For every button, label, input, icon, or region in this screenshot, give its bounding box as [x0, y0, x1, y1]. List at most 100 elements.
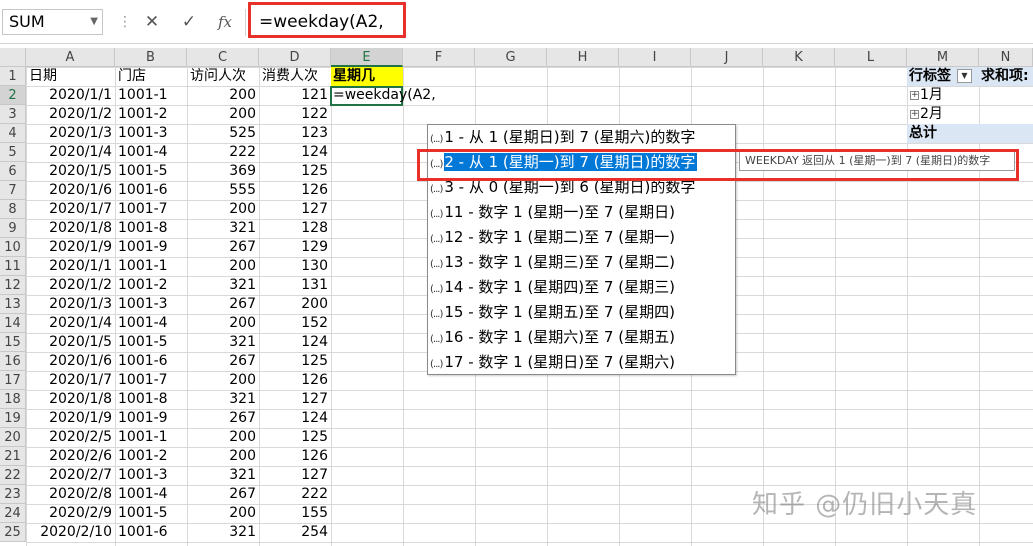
cell-consumption[interactable]: 152 — [260, 314, 331, 333]
row-header[interactable]: 13 — [0, 295, 26, 314]
row-header[interactable]: 9 — [0, 219, 26, 238]
cell-store[interactable]: 1001-3 — [116, 124, 187, 143]
cell-store[interactable]: 1001-1 — [116, 86, 187, 105]
autocomplete-option[interactable]: (...) 16 - 数字 1 (星期六)至 7 (星期五) — [430, 325, 675, 350]
insert-function-icon[interactable]: fx — [214, 10, 236, 34]
cell-store[interactable]: 1001-1 — [116, 428, 187, 447]
row-header[interactable]: 12 — [0, 276, 26, 295]
header-store[interactable]: 门店 — [116, 67, 187, 86]
cell-visits[interactable]: 321 — [188, 523, 259, 542]
cell-date[interactable]: 2020/2/8 — [27, 485, 115, 504]
cell-visits[interactable]: 267 — [188, 238, 259, 257]
column-header-i[interactable]: I — [619, 48, 691, 67]
autocomplete-option[interactable]: (...) 11 - 数字 1 (星期一)至 7 (星期日) — [430, 200, 675, 225]
column-header-e[interactable]: E — [331, 48, 403, 67]
cell-consumption[interactable]: 126 — [260, 447, 331, 466]
cell-visits[interactable]: 200 — [188, 257, 259, 276]
cell-consumption[interactable]: 127 — [260, 466, 331, 485]
column-header-j[interactable]: J — [691, 48, 763, 67]
cell-visits[interactable]: 200 — [188, 314, 259, 333]
cell-store[interactable]: 1001-7 — [116, 371, 187, 390]
cell-date[interactable]: 2020/1/8 — [27, 219, 115, 238]
cell-consumption[interactable]: 125 — [260, 428, 331, 447]
cell-store[interactable]: 1001-4 — [116, 485, 187, 504]
cell-store[interactable]: 1001-7 — [116, 200, 187, 219]
cell-consumption[interactable]: 124 — [260, 143, 331, 162]
cell-date[interactable]: 2020/1/8 — [27, 390, 115, 409]
cell-date[interactable]: 2020/1/5 — [27, 162, 115, 181]
row-header[interactable]: 3 — [0, 105, 26, 124]
cell-store[interactable]: 1001-8 — [116, 219, 187, 238]
cell-store[interactable]: 1001-8 — [116, 390, 187, 409]
cell-consumption[interactable]: 122 — [260, 105, 331, 124]
cell-date[interactable]: 2020/1/5 — [27, 333, 115, 352]
cell-date[interactable]: 2020/1/7 — [27, 200, 115, 219]
column-header-d[interactable]: D — [259, 48, 331, 67]
expand-plus-icon[interactable]: + — [910, 90, 919, 100]
cell-consumption[interactable]: 124 — [260, 333, 331, 352]
cell-store[interactable]: 1001-9 — [116, 409, 187, 428]
select-all-corner[interactable] — [0, 48, 26, 67]
row-header[interactable]: 17 — [0, 371, 26, 390]
cell-store[interactable]: 1001-1 — [116, 257, 187, 276]
cell-date[interactable]: 2020/2/10 — [27, 523, 115, 542]
row-header[interactable]: 6 — [0, 162, 26, 181]
row-header[interactable]: 7 — [0, 181, 26, 200]
cell-visits[interactable]: 222 — [188, 143, 259, 162]
cell-visits[interactable]: 525 — [188, 124, 259, 143]
autocomplete-option[interactable]: (...) 15 - 数字 1 (星期五)至 7 (星期四) — [430, 300, 675, 325]
cell-consumption[interactable]: 125 — [260, 162, 331, 181]
cell-visits[interactable]: 200 — [188, 447, 259, 466]
autocomplete-option[interactable]: (...) 17 - 数字 1 (星期日)至 7 (星期六) — [430, 350, 675, 375]
header-visits[interactable]: 访问人次 — [188, 67, 259, 86]
pivot-item-jan[interactable]: +1月 — [908, 86, 978, 105]
row-header[interactable]: 23 — [0, 485, 26, 504]
cell-consumption[interactable]: 121 — [260, 86, 331, 105]
cell-consumption[interactable]: 222 — [260, 485, 331, 504]
cell-date[interactable]: 2020/2/7 — [27, 466, 115, 485]
column-header-a[interactable]: A — [26, 48, 115, 67]
cell-store[interactable]: 1001-6 — [116, 352, 187, 371]
cell-visits[interactable]: 369 — [188, 162, 259, 181]
column-header-h[interactable]: H — [547, 48, 619, 67]
cell-store[interactable]: 1001-6 — [116, 523, 187, 542]
column-header-m[interactable]: M — [907, 48, 979, 67]
cell-consumption[interactable]: 131 — [260, 276, 331, 295]
cell-store[interactable]: 1001-2 — [116, 105, 187, 124]
autocomplete-option[interactable]: (...) 1 - 从 1 (星期日)到 7 (星期六)的数字 — [430, 125, 695, 150]
row-header[interactable]: 4 — [0, 124, 26, 143]
row-header[interactable]: 2 — [0, 86, 26, 105]
cell-visits[interactable]: 200 — [188, 105, 259, 124]
cell-store[interactable]: 1001-6 — [116, 181, 187, 200]
drag-handle-icon[interactable]: ⋮ — [118, 14, 132, 30]
active-cell-text[interactable]: =weekday(A2, — [331, 86, 451, 105]
autocomplete-option[interactable]: (...) 13 - 数字 1 (星期三)至 7 (星期二) — [430, 250, 675, 275]
cell-store[interactable]: 1001-5 — [116, 504, 187, 523]
row-header[interactable]: 24 — [0, 504, 26, 523]
cell-consumption[interactable]: 128 — [260, 219, 331, 238]
pivot-sum-header[interactable]: 求和项: — [979, 67, 1033, 86]
column-header-b[interactable]: B — [115, 48, 187, 67]
cell-visits[interactable]: 321 — [188, 390, 259, 409]
cell-date[interactable]: 2020/1/6 — [27, 352, 115, 371]
cell-consumption[interactable]: 155 — [260, 504, 331, 523]
cell-date[interactable]: 2020/2/6 — [27, 447, 115, 466]
cell-date[interactable]: 2020/1/9 — [27, 409, 115, 428]
row-header[interactable]: 19 — [0, 409, 26, 428]
row-header[interactable]: 10 — [0, 238, 26, 257]
cell-date[interactable]: 2020/1/4 — [27, 314, 115, 333]
row-header[interactable]: 5 — [0, 143, 26, 162]
filter-dropdown-icon[interactable]: ▼ — [957, 69, 972, 83]
cell-date[interactable]: 2020/1/3 — [27, 124, 115, 143]
cell-consumption[interactable]: 200 — [260, 295, 331, 314]
cell-consumption[interactable]: 125 — [260, 352, 331, 371]
pivot-total[interactable]: 总计 — [907, 124, 1033, 143]
cell-visits[interactable]: 321 — [188, 466, 259, 485]
cell-visits[interactable]: 321 — [188, 219, 259, 238]
cell-date[interactable]: 2020/1/4 — [27, 143, 115, 162]
cell-visits[interactable]: 267 — [188, 295, 259, 314]
cell-consumption[interactable]: 123 — [260, 124, 331, 143]
cell-date[interactable]: 2020/2/5 — [27, 428, 115, 447]
pivot-item-feb[interactable]: +2月 — [908, 105, 978, 124]
cell-visits[interactable]: 267 — [188, 352, 259, 371]
